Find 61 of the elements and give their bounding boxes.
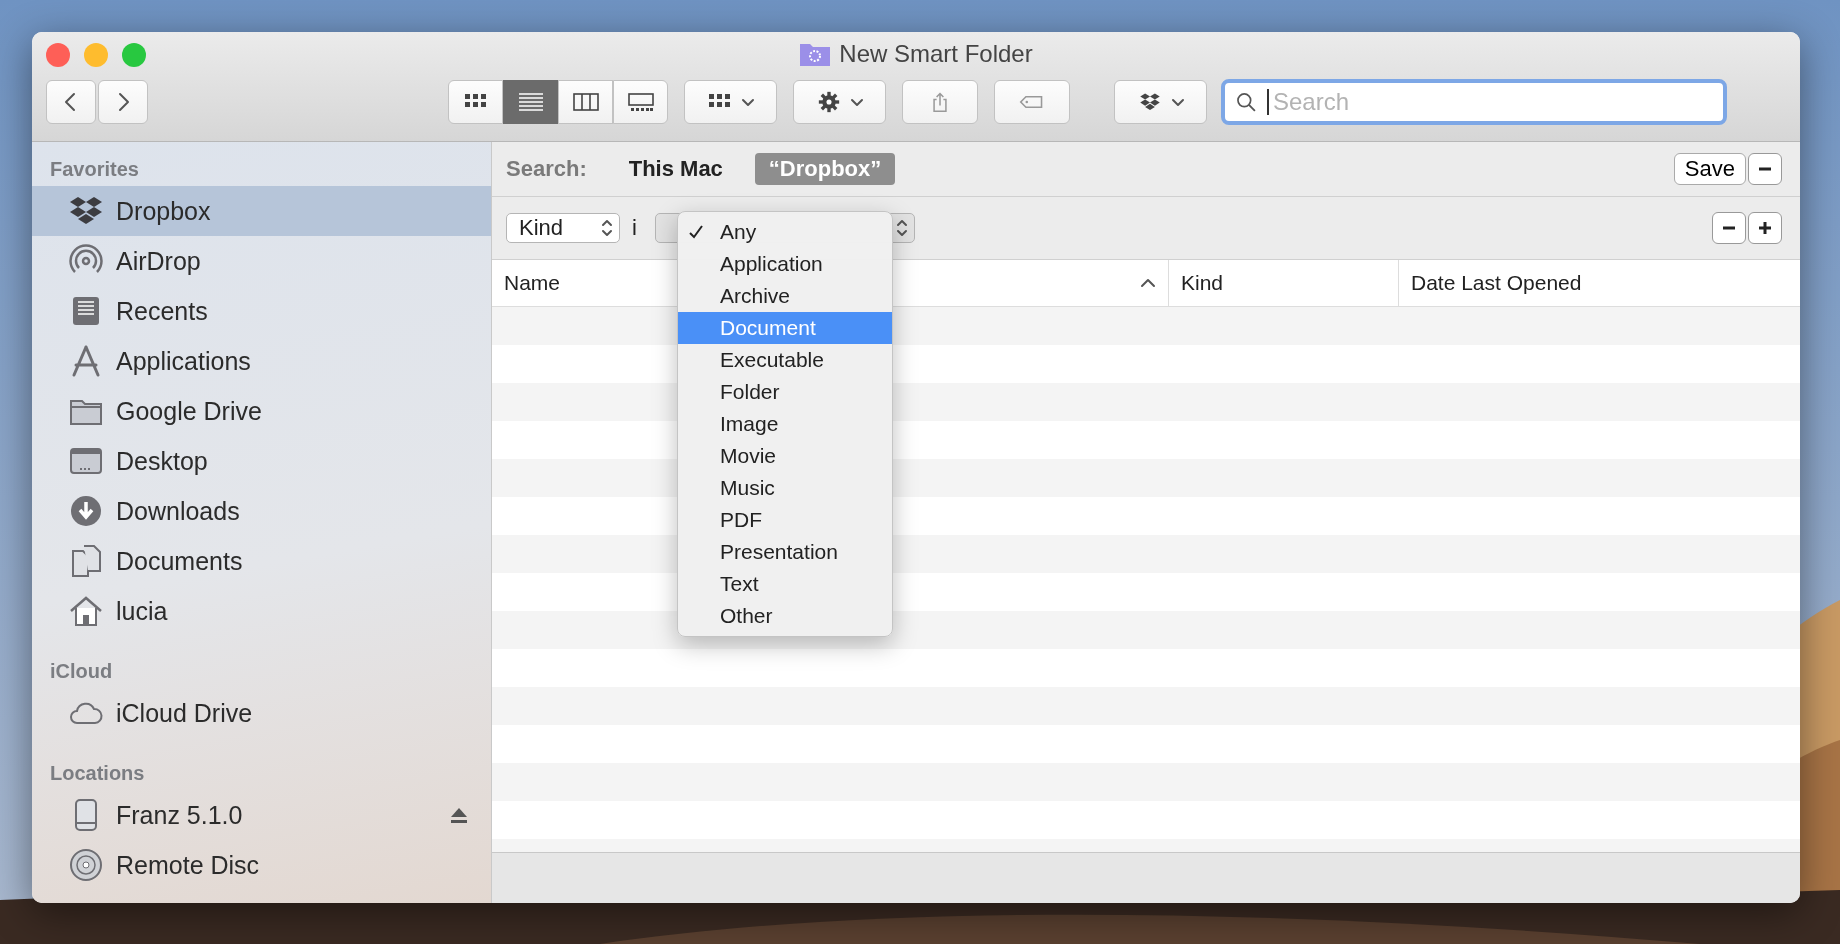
- sidebar-section-title: Favorites: [49, 157, 140, 182]
- sidebar-item[interactable]: AirDrop: [32, 236, 491, 286]
- add-button[interactable]: [1748, 212, 1782, 244]
- view-mode-button[interactable]: [558, 80, 613, 124]
- sidebar-section-title: Locations: [49, 761, 146, 786]
- forward-button[interactable]: [98, 80, 148, 124]
- menu-item[interactable]: Archive: [678, 280, 892, 312]
- action-button[interactable]: [793, 80, 886, 124]
- view-mode-button[interactable]: [448, 80, 503, 124]
- view-mode-button[interactable]: [613, 80, 668, 124]
- sort-caret-icon: [1140, 278, 1156, 288]
- sidebar-item[interactable]: Documents: [32, 536, 491, 586]
- group-button[interactable]: [684, 80, 777, 124]
- column-header[interactable]: Kind: [1169, 260, 1399, 306]
- stepper-icon: [895, 219, 908, 237]
- sidebar-item[interactable]: lucia: [32, 586, 491, 636]
- operator-text: i: [632, 215, 637, 241]
- scope-button[interactable]: This Mac: [614, 153, 737, 185]
- attribute-popup[interactable]: Kind: [506, 213, 620, 243]
- plus-icon: [1757, 220, 1773, 236]
- checkmark-icon: [688, 224, 704, 240]
- search-field[interactable]: Search: [1221, 79, 1727, 125]
- menu-item[interactable]: Text: [678, 568, 892, 600]
- sidebar-item[interactable]: Franz 5.1.0: [32, 790, 491, 840]
- caret-icon: [1170, 97, 1185, 107]
- columns-icon: [572, 91, 599, 113]
- smart-folder-icon: [799, 41, 832, 67]
- menu-item[interactable]: Executable: [678, 344, 892, 376]
- column-header[interactable]: Date Last Opened: [1399, 260, 1800, 306]
- caret-icon: [849, 97, 864, 107]
- sidebar-item[interactable]: Recents: [32, 286, 491, 336]
- window-title: New Smart Folder: [839, 40, 1033, 68]
- menu-item[interactable]: Music: [678, 472, 892, 504]
- remove-button[interactable]: [1712, 212, 1746, 244]
- sidebar-item[interactable]: Applications: [32, 336, 491, 386]
- menu-item[interactable]: Image: [678, 408, 892, 440]
- menu-item[interactable]: PDF: [678, 504, 892, 536]
- remove-button[interactable]: [1748, 153, 1782, 185]
- sidebar-item[interactable]: Remote Disc: [32, 840, 491, 890]
- sidebar-item[interactable]: Google Drive: [32, 386, 491, 436]
- save-button[interactable]: Save: [1673, 153, 1746, 185]
- back-button[interactable]: [46, 80, 96, 124]
- dropbox-button[interactable]: [1114, 80, 1207, 124]
- list-icon: [517, 91, 544, 113]
- sidebar-section-title: iCloud: [49, 659, 114, 684]
- sidebar-item[interactable]: Desktop: [32, 436, 491, 486]
- sidebar-item[interactable]: Dropbox: [32, 186, 491, 236]
- menu-item[interactable]: Presentation: [678, 536, 892, 568]
- menu-item[interactable]: Application: [678, 248, 892, 280]
- menu-item[interactable]: Folder: [678, 376, 892, 408]
- caret-icon: [740, 97, 755, 107]
- sidebar-item[interactable]: iCloud Drive: [32, 688, 491, 738]
- sidebar-item[interactable]: Downloads: [32, 486, 491, 536]
- disc-icon: [68, 847, 104, 883]
- gallery-icon: [627, 91, 654, 113]
- menu-item[interactable]: Movie: [678, 440, 892, 472]
- search-scope-label: Search:: [506, 156, 587, 182]
- stepper-icon: [601, 219, 613, 237]
- download-icon: [68, 493, 104, 529]
- menu-item[interactable]: Any: [678, 216, 892, 248]
- menu-item[interactable]: Other: [678, 600, 892, 632]
